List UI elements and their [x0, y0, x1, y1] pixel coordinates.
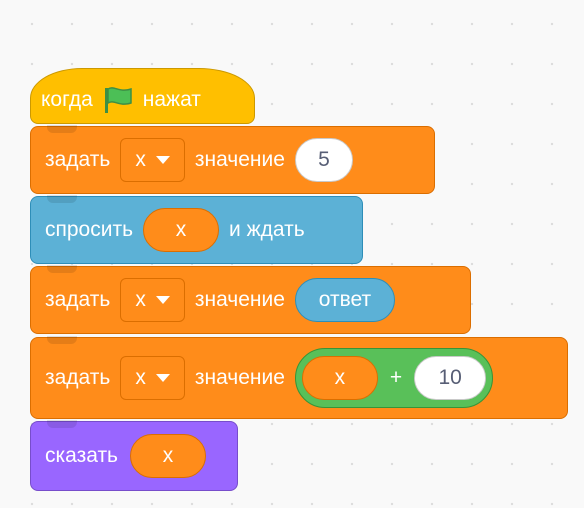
variable-name: x	[135, 288, 146, 311]
addition-operator-block[interactable]: x + 10	[294, 348, 494, 408]
variable-reporter[interactable]: x	[143, 208, 220, 252]
say-label: сказать	[45, 444, 118, 467]
block-notch	[47, 265, 77, 273]
dropdown-caret-icon	[155, 374, 170, 382]
block-notch	[47, 420, 77, 428]
dropdown-caret-icon	[155, 296, 170, 304]
block-notch	[47, 336, 77, 344]
value-input[interactable]: 5	[294, 138, 353, 182]
answer-reporter[interactable]: ответ	[294, 278, 395, 322]
to-label: значение	[194, 366, 285, 389]
set-variable-block[interactable]: задать x значение x + 10	[30, 336, 568, 419]
variable-reporter[interactable]: x	[301, 356, 378, 400]
clicked-label: нажат	[142, 88, 201, 111]
variable-dropdown[interactable]: x	[120, 138, 185, 182]
variable-name: x	[135, 366, 146, 389]
block-notch	[47, 125, 77, 133]
ask-label: спросить	[45, 218, 134, 241]
when-flag-clicked-block[interactable]: когда нажат	[30, 68, 255, 124]
number-input[interactable]: 10	[414, 356, 487, 400]
set-label: задать	[45, 288, 111, 311]
variable-dropdown[interactable]: x	[120, 356, 185, 400]
ask-and-wait-block[interactable]: спросить x и ждать	[30, 195, 363, 264]
when-label: когда	[41, 88, 93, 111]
set-label: задать	[45, 148, 111, 171]
and-wait-label: и ждать	[229, 218, 305, 241]
plus-operator: +	[389, 366, 403, 389]
variable-name: x	[135, 148, 146, 171]
variable-reporter[interactable]: x	[130, 434, 206, 478]
set-label: задать	[45, 366, 111, 389]
green-flag-icon	[101, 85, 135, 115]
script-canvas[interactable]: когда нажат задать x значение 5 спросить…	[0, 0, 584, 508]
dropdown-caret-icon	[155, 156, 170, 164]
to-label: значение	[194, 288, 285, 311]
to-label: значение	[194, 148, 285, 171]
block-notch	[47, 195, 77, 203]
set-variable-block[interactable]: задать x значение ответ	[30, 265, 471, 334]
variable-dropdown[interactable]: x	[120, 278, 185, 322]
set-variable-block[interactable]: задать x значение 5	[30, 125, 435, 194]
say-block[interactable]: сказать x	[30, 420, 238, 491]
